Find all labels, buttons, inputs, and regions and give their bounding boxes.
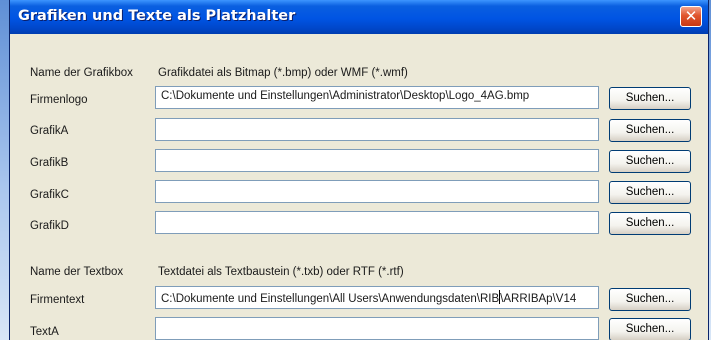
- dialog-content: Name der Grafikbox Grafikdatei als Bitma…: [10, 34, 708, 340]
- grafika-path-input[interactable]: [155, 118, 599, 141]
- texts-name-header: Name der Textbox: [30, 266, 124, 278]
- texta-browse-button[interactable]: Suchen...: [609, 318, 691, 340]
- row-label-grafika: GrafikA: [30, 125, 69, 137]
- row-label-texta: TextA: [30, 326, 59, 338]
- grafikd-path-input[interactable]: [155, 211, 599, 234]
- row-label-grafikd: GrafikD: [30, 220, 69, 232]
- grafikc-browse-button[interactable]: Suchen...: [609, 181, 691, 204]
- grafikc-path-input[interactable]: [155, 180, 599, 203]
- row-label-grafikb: GrafikB: [30, 157, 69, 169]
- grafikd-browse-button[interactable]: Suchen...: [609, 212, 691, 235]
- row-label-firmenlogo: Firmenlogo: [30, 94, 88, 106]
- graphics-name-header: Name der Grafikbox: [30, 67, 133, 79]
- close-button[interactable]: ✕: [680, 6, 702, 27]
- firmentext-path-text-before: C:\Dokumente und Einstellungen\All Users…: [161, 293, 500, 305]
- row-label-firmentext: Firmentext: [30, 294, 85, 306]
- firmentext-path-input[interactable]: C:\Dokumente und Einstellungen\All Users…: [155, 286, 599, 309]
- firmentext-browse-button[interactable]: Suchen...: [609, 288, 691, 311]
- texta-path-input[interactable]: [155, 317, 599, 340]
- grafikb-path-input[interactable]: [155, 149, 599, 172]
- graphics-file-header: Grafikdatei als Bitmap (*.bmp) oder WMF …: [158, 67, 408, 79]
- dialog-window: Grafiken und Texte als Platzhalter ✕ Nam…: [9, 0, 709, 340]
- grafika-browse-button[interactable]: Suchen...: [609, 119, 691, 142]
- firmenlogo-path-input[interactable]: C:\Dokumente und Einstellungen\Administr…: [155, 86, 599, 109]
- firmentext-path-text-after: \ARRIBAp\V14: [500, 293, 577, 305]
- row-label-grafikc: GrafikC: [30, 189, 69, 201]
- texts-file-header: Textdatei als Textbaustein (*.txb) oder …: [158, 266, 404, 278]
- firmenlogo-browse-button[interactable]: Suchen...: [609, 87, 691, 110]
- grafikb-browse-button[interactable]: Suchen...: [609, 150, 691, 173]
- title-bar[interactable]: Grafiken und Texte als Platzhalter ✕: [10, 0, 708, 34]
- window-title: Grafiken und Texte als Platzhalter: [18, 8, 296, 24]
